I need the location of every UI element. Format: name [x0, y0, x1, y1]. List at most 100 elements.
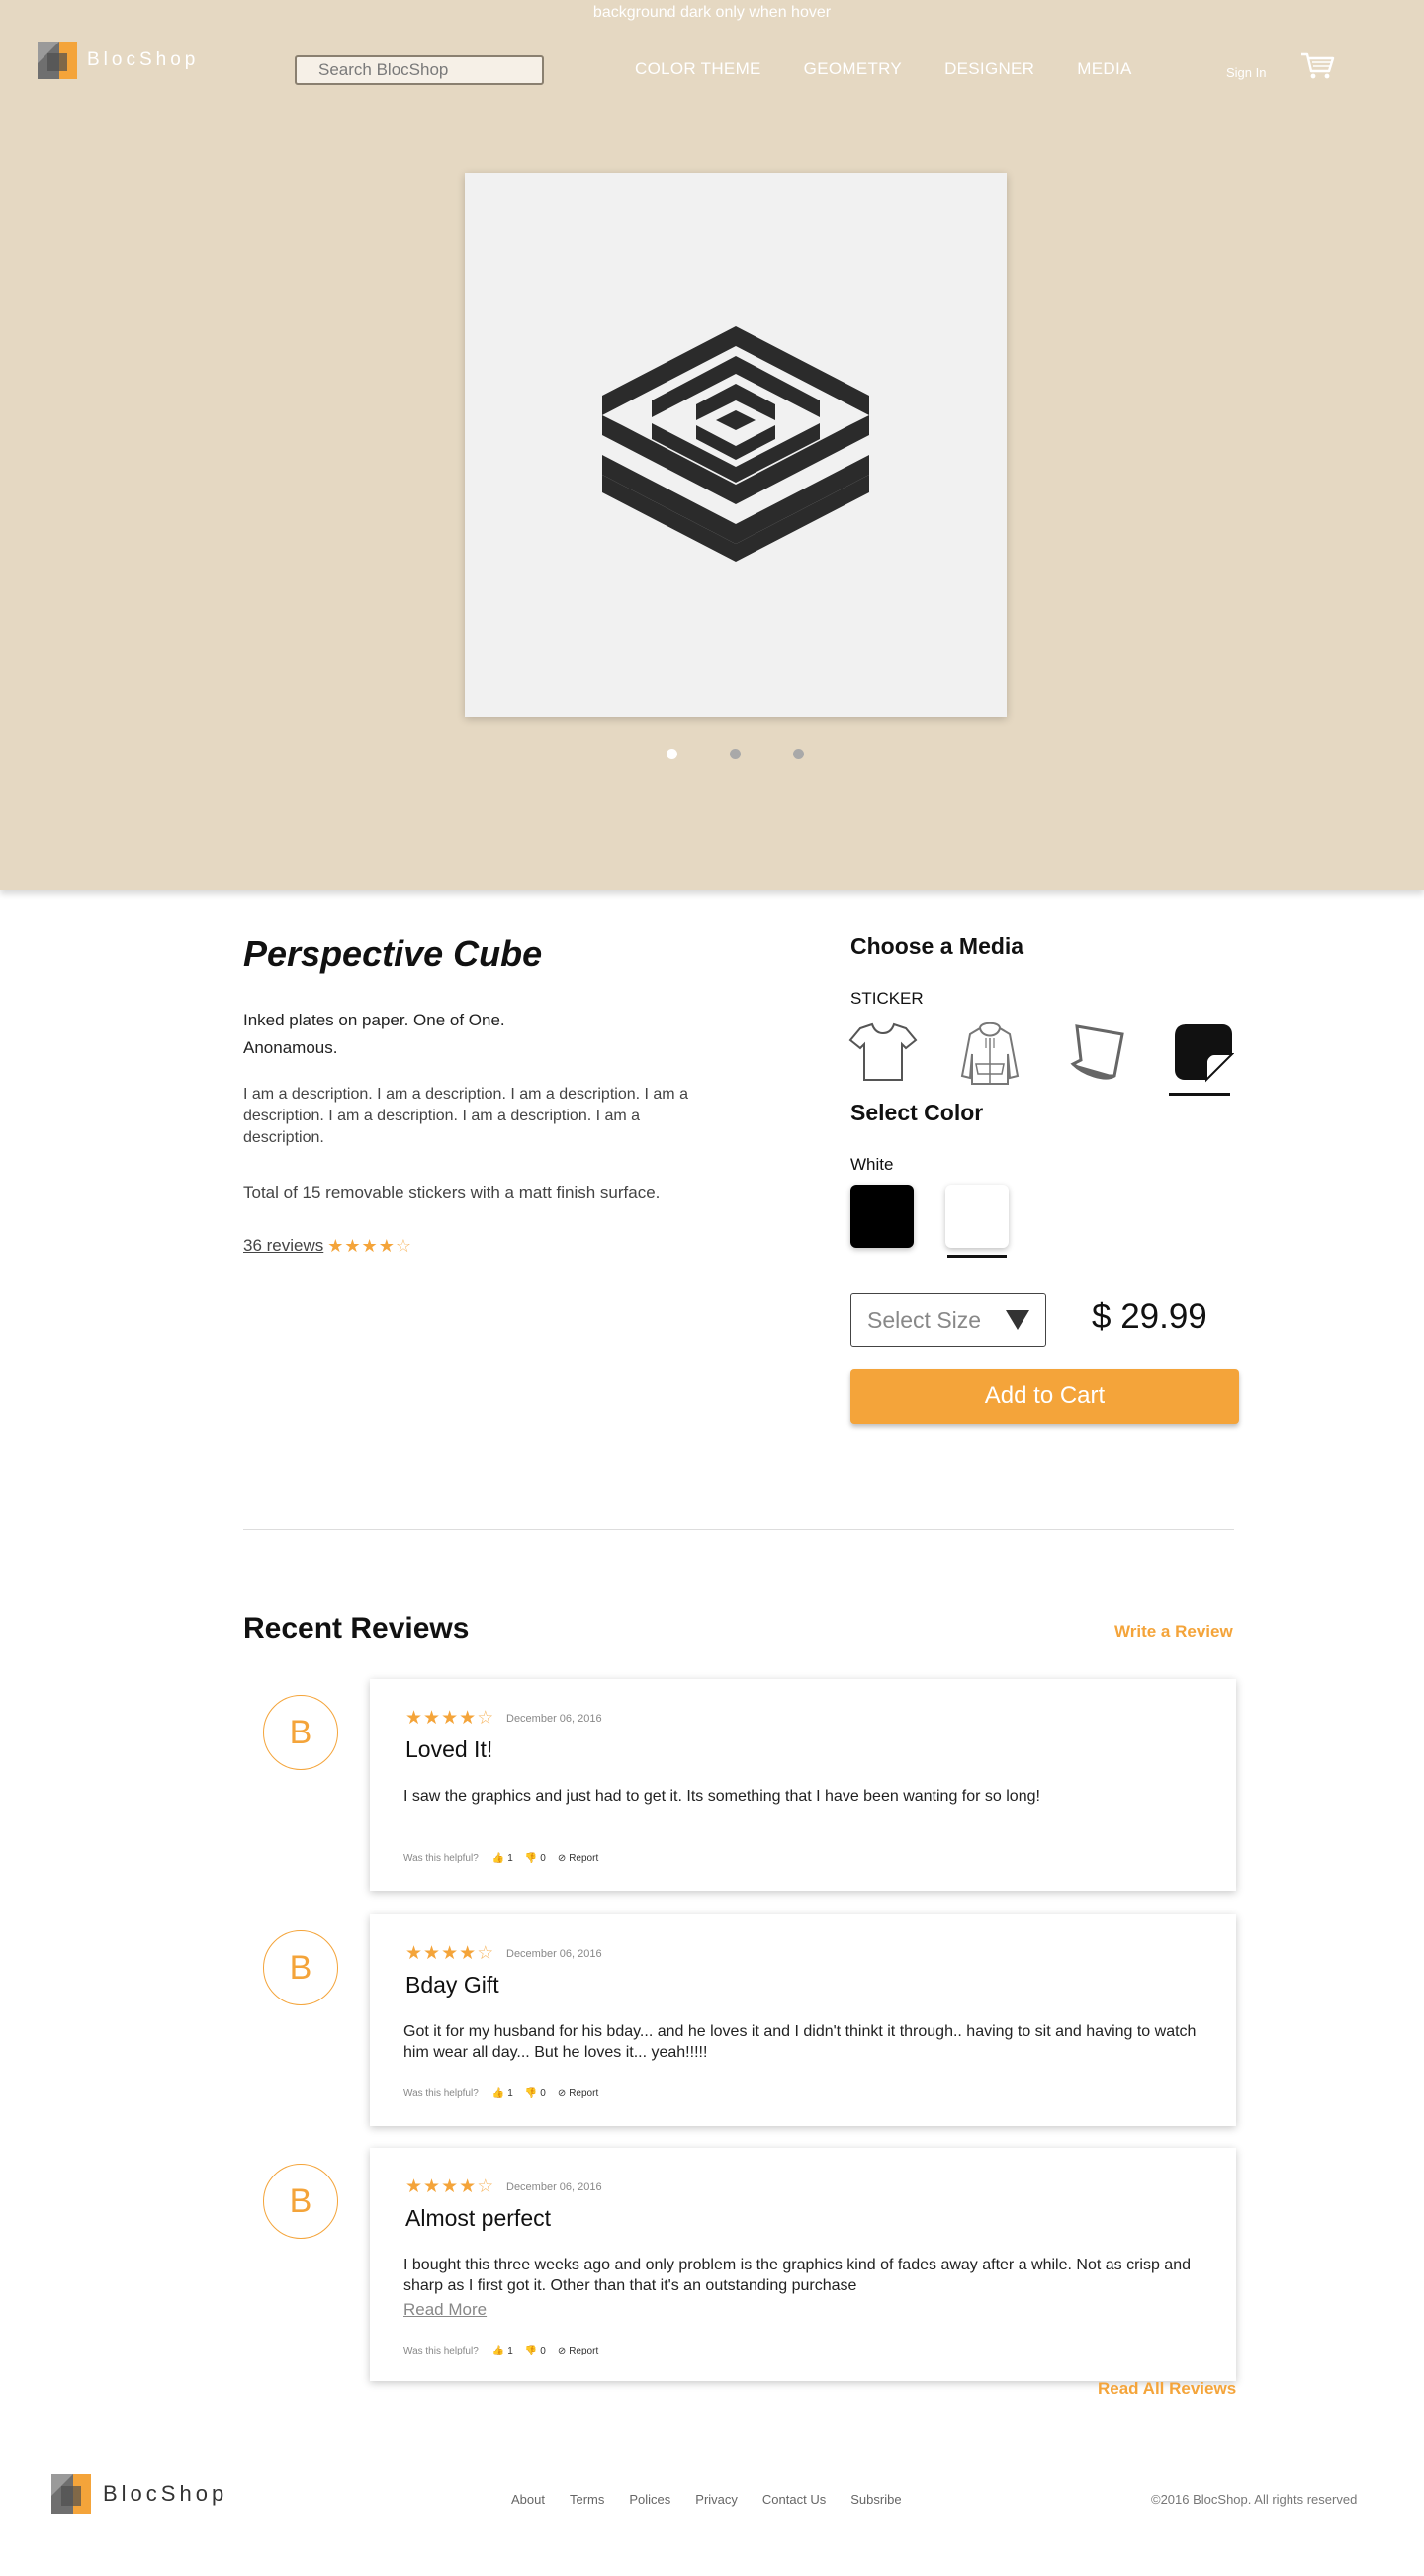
- color-swatch-white[interactable]: [945, 1185, 1009, 1258]
- footer-link-contact[interactable]: Contact Us: [762, 2492, 826, 2507]
- review-card: ★ ★ ★ ★ ☆ December 06, 2016 Loved It! I …: [370, 1679, 1236, 1891]
- star-empty-icon: ☆: [395, 1236, 411, 1256]
- report-button[interactable]: ⊘ Report: [558, 2346, 598, 2356]
- product-section: Perspective Cube Inked plates on paper. …: [0, 890, 1424, 1533]
- likes-count: 1: [507, 2346, 513, 2356]
- reviewer-avatar: B: [263, 2164, 338, 2239]
- selected-color-label: White: [850, 1155, 894, 1174]
- footer-link-about[interactable]: About: [511, 2492, 545, 2507]
- product-title: Perspective Cube: [243, 933, 543, 974]
- thumbs-down-icon: 👎: [524, 2346, 538, 2356]
- footer-logo[interactable]: BlocShop: [51, 2474, 227, 2514]
- media-option-poster[interactable]: [1062, 1017, 1131, 1088]
- report-button[interactable]: ⊘ Report: [558, 1853, 598, 1864]
- color-swatch-black[interactable]: [850, 1185, 914, 1248]
- review-card: ★ ★ ★ ★ ☆ December 06, 2016 Bday Gift Go…: [370, 1914, 1236, 2126]
- product-description: I am a description. I am a description. …: [243, 1086, 688, 1146]
- thumbs-down-icon: 👎: [524, 2088, 538, 2099]
- thumbs-up-button[interactable]: 👍 1: [492, 2088, 513, 2099]
- review-body: I saw the graphics and just had to get i…: [403, 1788, 1040, 1805]
- star-full-icon: ★: [441, 1943, 459, 1964]
- review-title: Bday Gift: [405, 1972, 499, 1998]
- product-subtitle: Inked plates on paper. One of One. Anona…: [243, 1007, 505, 1062]
- color-swatches: [850, 1185, 1009, 1258]
- star-empty-icon: ☆: [477, 1943, 494, 1964]
- reviewer-avatar: B: [263, 1695, 338, 1770]
- thumbs-up-icon: 👍: [491, 2088, 505, 2099]
- star-full-icon: ★: [423, 1708, 441, 1729]
- footer-logo-text: BlocShop: [103, 2481, 228, 2506]
- media-option-sticker[interactable]: [1169, 1017, 1238, 1096]
- size-select[interactable]: Select Size: [850, 1293, 1046, 1347]
- footer-link-terms[interactable]: Terms: [570, 2492, 604, 2507]
- star-full-icon: ★: [344, 1236, 361, 1256]
- star-full-icon: ★: [405, 1708, 423, 1729]
- thumbs-down-icon: 👎: [524, 1853, 538, 1864]
- thumbs-down-button[interactable]: 👎 0: [525, 1853, 546, 1864]
- report-button[interactable]: ⊘ Report: [558, 2088, 598, 2099]
- product-price: $ 29.99: [1092, 1297, 1207, 1336]
- footer-links: About Terms Polices Privacy Contact Us S…: [511, 2492, 902, 2507]
- hero-section: background dark only when hover BlocShop…: [0, 0, 1424, 890]
- reviewer-avatar: B: [263, 1930, 338, 2005]
- likes-count: 1: [507, 1853, 513, 1864]
- thumbs-up-icon: 👍: [491, 1853, 505, 1864]
- star-full-icon: ★: [441, 2176, 459, 2197]
- helpful-question: Was this helpful?: [403, 1853, 479, 1864]
- write-review-link[interactable]: Write a Review: [1114, 1622, 1233, 1642]
- review-date: December 06, 2016: [506, 1713, 602, 1725]
- carousel-dots: [667, 749, 804, 759]
- signin-link[interactable]: Sign In: [1226, 65, 1266, 80]
- nav-designer[interactable]: DESIGNER: [944, 59, 1034, 79]
- footer-link-subscribe[interactable]: Subsribe: [850, 2492, 901, 2507]
- read-all-reviews-link[interactable]: Read All Reviews: [1098, 2379, 1236, 2399]
- star-full-icon: ★: [361, 1236, 378, 1256]
- nav-geometry[interactable]: GEOMETRY: [804, 59, 902, 79]
- review-rating-stars: ★ ★ ★ ★ ☆: [405, 1709, 493, 1728]
- sticker-icon: [1175, 1024, 1234, 1083]
- search-input[interactable]: [295, 55, 544, 85]
- star-full-icon: ★: [441, 1708, 459, 1729]
- star-full-icon: ★: [378, 1236, 395, 1256]
- report-icon: ⊘: [557, 2346, 567, 2356]
- thumbs-up-icon: 👍: [491, 2346, 505, 2356]
- product-rating-stars: ★ ★ ★ ★ ☆: [327, 1237, 411, 1255]
- logo-text: BlocShop: [87, 49, 200, 70]
- thumbs-up-button[interactable]: 👍 1: [492, 2346, 513, 2356]
- likes-count: 1: [507, 2088, 513, 2099]
- thumbs-up-button[interactable]: 👍 1: [492, 1853, 513, 1864]
- reviews-link[interactable]: 36 reviews: [243, 1236, 323, 1256]
- star-full-icon: ★: [423, 1943, 441, 1964]
- footer-link-policies[interactable]: Polices: [629, 2492, 670, 2507]
- carousel-dot-1[interactable]: [667, 749, 677, 759]
- review-rating-stars: ★ ★ ★ ★ ☆: [405, 2177, 493, 2196]
- dislikes-count: 0: [540, 2088, 546, 2099]
- shopping-cart-icon[interactable]: [1300, 51, 1336, 81]
- star-full-icon: ★: [327, 1236, 344, 1256]
- add-to-cart-button[interactable]: Add to Cart: [850, 1369, 1239, 1424]
- main-nav: COLOR THEME GEOMETRY DESIGNER MEDIA: [635, 59, 1132, 79]
- review-title: Almost perfect: [405, 2205, 551, 2231]
- nav-color-theme[interactable]: COLOR THEME: [635, 59, 761, 79]
- report-label: Report: [569, 2346, 599, 2356]
- review-helpful-bar: Was this helpful? 👍 1 👎 0 ⊘ Report: [403, 2088, 598, 2099]
- carousel-dot-2[interactable]: [730, 749, 741, 759]
- footer-link-privacy[interactable]: Privacy: [695, 2492, 738, 2507]
- review-item: B ★ ★ ★ ★ ☆ December 06, 2016 Loved It! …: [243, 1679, 1238, 1897]
- thumbs-down-button[interactable]: 👎 0: [525, 2346, 546, 2356]
- review-title: Loved It!: [405, 1736, 493, 1762]
- star-full-icon: ★: [423, 2176, 441, 2197]
- carousel-dot-3[interactable]: [793, 749, 804, 759]
- helpful-question: Was this helpful?: [403, 2088, 479, 2099]
- thumbs-down-button[interactable]: 👎 0: [525, 2088, 546, 2099]
- media-option-hoodie[interactable]: [955, 1017, 1024, 1088]
- review-rating-stars: ★ ★ ★ ★ ☆: [405, 1944, 493, 1963]
- report-icon: ⊘: [557, 2088, 567, 2099]
- nav-media[interactable]: MEDIA: [1077, 59, 1131, 79]
- product-reviews-summary: 36 reviews ★ ★ ★ ★ ☆: [243, 1236, 411, 1256]
- read-more-link[interactable]: Read More: [403, 2299, 1204, 2320]
- logo[interactable]: BlocShop: [38, 42, 199, 79]
- media-option-tshirt[interactable]: [848, 1017, 918, 1088]
- star-empty-icon: ☆: [477, 1708, 494, 1729]
- star-full-icon: ★: [459, 1708, 477, 1729]
